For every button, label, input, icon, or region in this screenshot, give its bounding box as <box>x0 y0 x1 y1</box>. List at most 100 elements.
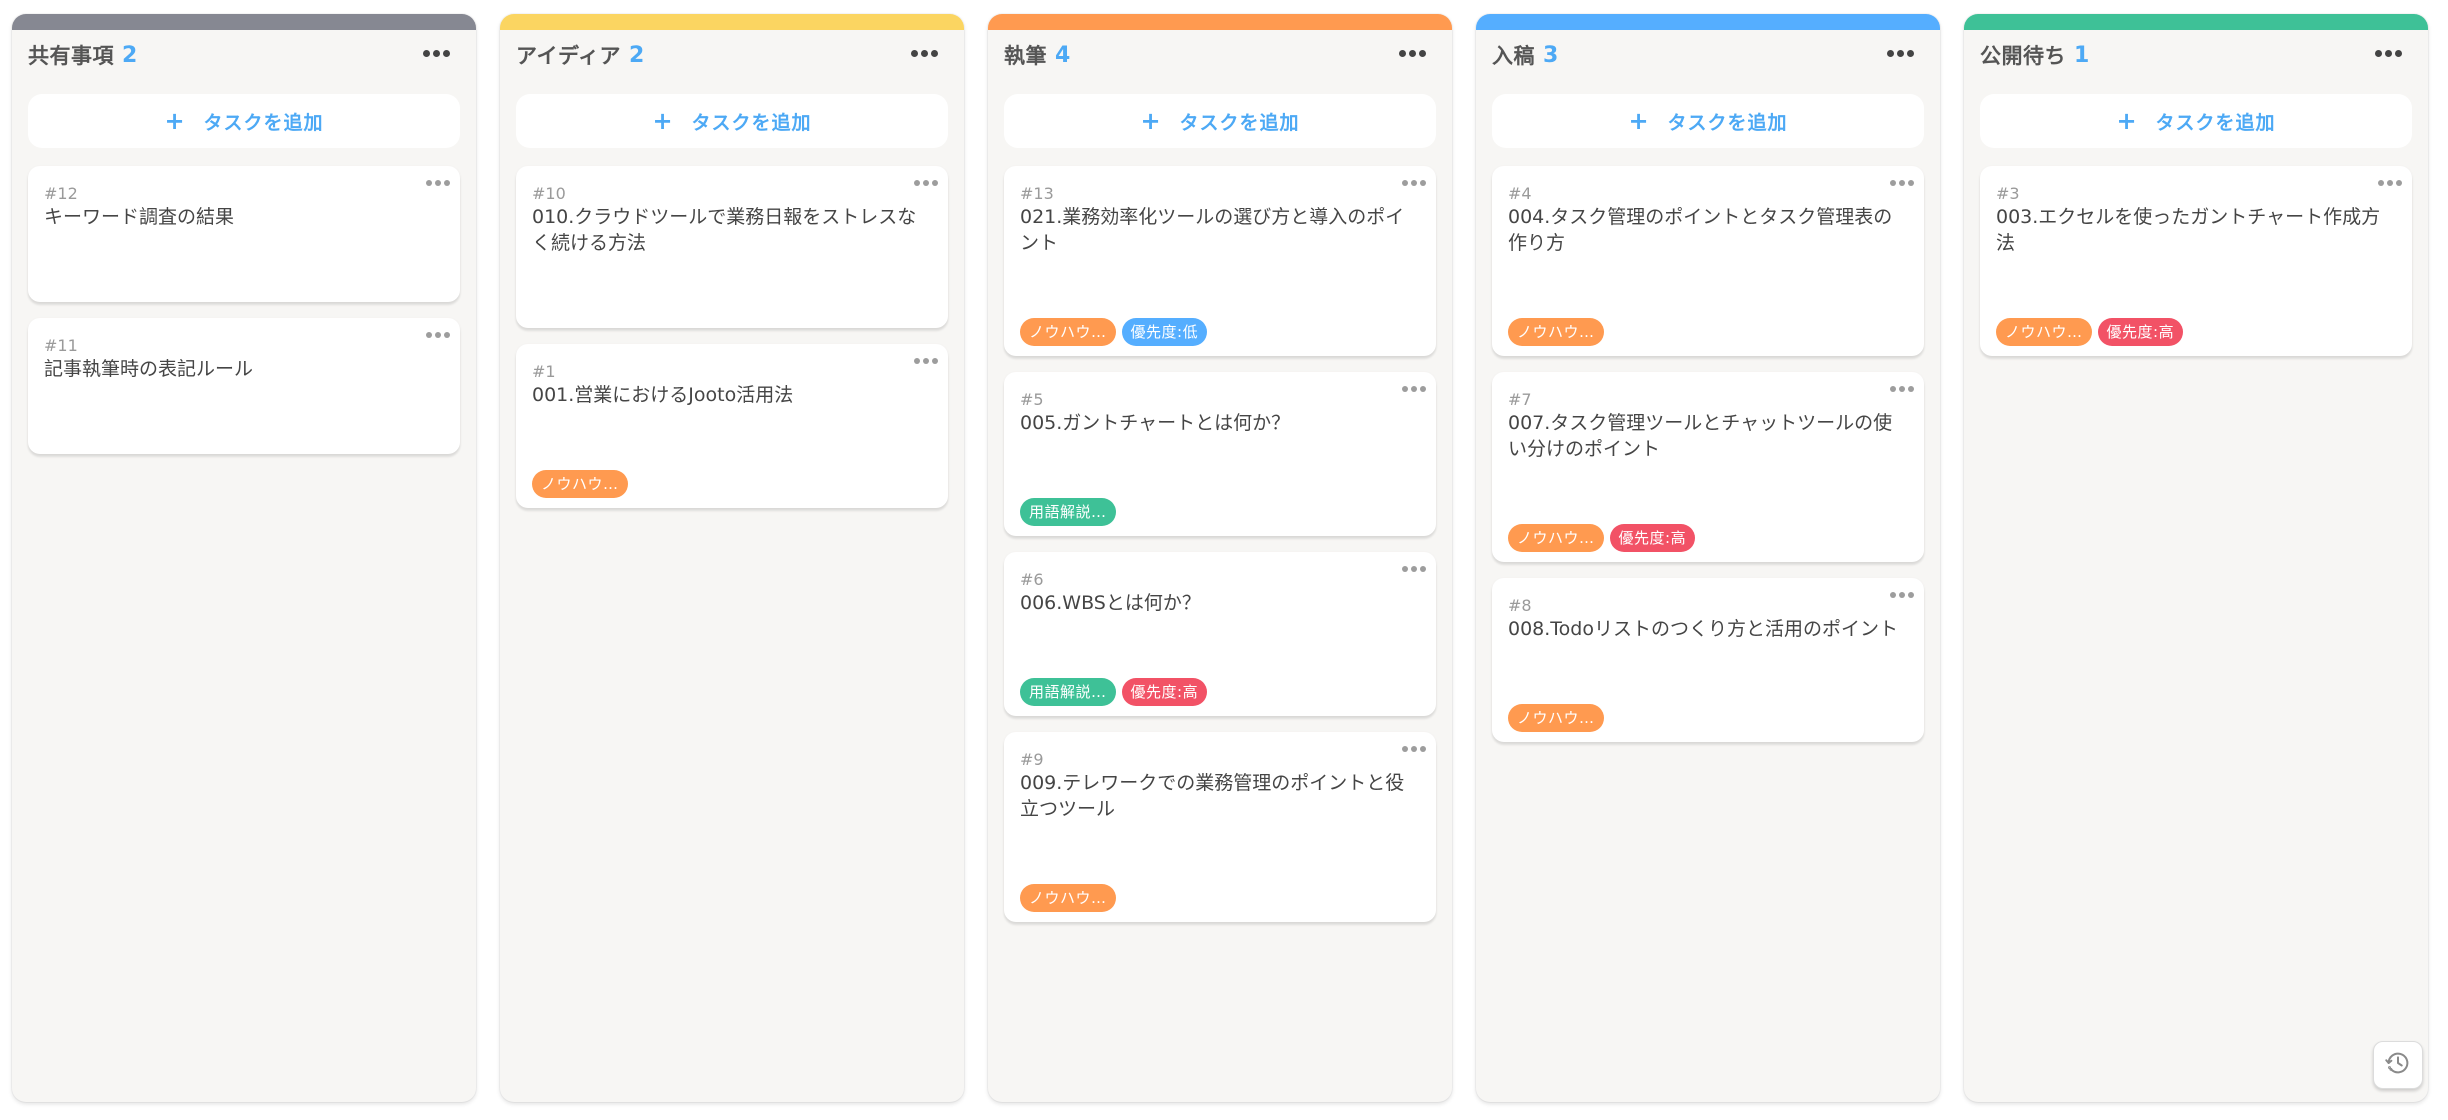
tag-list: ノウハウ… 優先度:高 <box>1996 318 2396 346</box>
more-dots-icon <box>1890 386 1896 392</box>
card-list: #13 021.業務効率化ツールの選び方と導入のポイント ノウハウ… 優先度:低 #5 0… <box>988 148 1452 922</box>
column-menu-button[interactable] <box>2375 50 2402 57</box>
card-menu-button[interactable] <box>1402 566 1426 572</box>
task-id: #10 <box>532 184 566 203</box>
column-header: 共有事項 2 <box>12 30 476 80</box>
column-title: 共有事項 <box>28 44 114 68</box>
column-header: 執筆 4 <box>988 30 1452 80</box>
task-title: 021.業務効率化ツールの選び方と導入のポイント <box>1020 206 1405 254</box>
column-title: 執筆 <box>1004 44 1047 68</box>
task-card[interactable]: #3 003.エクセルを使ったガントチャート作成方法ノウハウ… 優先度:高 <box>1980 166 2412 356</box>
tag-label: ノウハウ… <box>1508 318 1604 346</box>
tag-list: 用語解説… <box>1020 498 1420 526</box>
card-menu-button[interactable] <box>1402 746 1426 752</box>
more-dots-icon <box>914 358 920 364</box>
more-dots-icon <box>426 180 432 186</box>
add-task-label: タスクを追加 <box>203 111 324 134</box>
tag-label: ノウハウ… <box>532 470 628 498</box>
add-task-label: タスクを追加 <box>2155 111 2276 134</box>
task-id: #11 <box>44 336 78 355</box>
column-count: 2 <box>122 42 138 68</box>
add-task-button[interactable]: + タスクを追加 <box>1492 94 1924 148</box>
task-card[interactable]: #11 記事執筆時の表記ルール <box>28 318 460 454</box>
task-card[interactable]: #4 004.タスク管理のポイントとタスク管理表の作り方ノウハウ… <box>1492 166 1924 356</box>
tag-label: 用語解説… <box>1020 498 1116 526</box>
card-menu-button[interactable] <box>1402 180 1426 186</box>
plus-icon: + <box>164 107 186 135</box>
add-task-button[interactable]: + タスクを追加 <box>1004 94 1436 148</box>
card-menu-button[interactable] <box>1402 386 1426 392</box>
column-title: 入稿 <box>1492 44 1535 68</box>
task-title: 005.ガントチャートとは何か？ <box>1020 412 1291 434</box>
card-menu-button[interactable] <box>1890 592 1914 598</box>
task-id: #6 <box>1020 570 1044 589</box>
more-dots-icon <box>1890 180 1896 186</box>
task-title: 記事執筆時の表記ルール <box>44 358 254 380</box>
task-card[interactable]: #12 キーワード調査の結果 <box>28 166 460 302</box>
plus-icon: + <box>1628 107 1650 135</box>
column-2: アイディア 2 + タスクを追加 #10 010.クラウドツールで業務日報をストレスなく続… <box>500 14 964 1102</box>
task-title: 004.タスク管理のポイントとタスク管理表の作り方 <box>1508 206 1893 254</box>
tag-label: ノウハウ… <box>1020 884 1116 912</box>
tag-label: 優先度:高 <box>2097 318 2184 346</box>
card-menu-button[interactable] <box>426 332 450 338</box>
task-card[interactable]: #6 006.WBSとは何か？ 用語解説… 優先度:高 <box>1004 552 1436 716</box>
tag-label: ノウハウ… <box>1996 318 2092 346</box>
task-card[interactable]: #8 008.Todoリストのつくり方と活用のポイント ノウハウ… <box>1492 578 1924 742</box>
tag-list: ノウハウ… 優先度:低 <box>1020 318 1420 346</box>
column-color-bar <box>988 14 1452 30</box>
add-task-button[interactable]: + タスクを追加 <box>516 94 948 148</box>
more-dots-icon <box>911 50 918 57</box>
column-color-bar <box>1964 14 2428 30</box>
card-menu-button[interactable] <box>914 358 938 364</box>
kanban-board: 共有事項 2 + タスクを追加 #12 キーワード調査の結果 #11 記事執筆時の表記ルールア… <box>12 14 2428 1102</box>
column-color-bar <box>12 14 476 30</box>
column-menu-button[interactable] <box>911 50 938 57</box>
task-id: #3 <box>1996 184 2020 203</box>
task-card[interactable]: #9 009.テレワークでの業務管理のポイントと役立つツールノウハウ… <box>1004 732 1436 922</box>
more-dots-icon <box>2378 180 2384 186</box>
history-button[interactable] <box>2373 1041 2423 1089</box>
card-menu-button[interactable] <box>1890 386 1914 392</box>
more-dots-icon <box>1402 386 1408 392</box>
task-id: #9 <box>1020 750 1044 769</box>
task-card[interactable]: #10 010.クラウドツールで業務日報をストレスなく続ける方法 <box>516 166 948 328</box>
column-count: 3 <box>1543 42 1559 68</box>
task-card[interactable]: #1 001.営業におけるJooto活用法 ノウハウ… <box>516 344 948 508</box>
column-title: 公開待ち <box>1980 44 2066 68</box>
more-dots-icon <box>1402 180 1408 186</box>
task-card[interactable]: #7 007.タスク管理ツールとチャットツールの使い分けのポイント ノウハウ… 優先度… <box>1492 372 1924 562</box>
task-id: #12 <box>44 184 78 203</box>
plus-icon: + <box>2116 107 2138 135</box>
add-task-button[interactable]: + タスクを追加 <box>28 94 460 148</box>
add-task-button[interactable]: + タスクを追加 <box>1980 94 2412 148</box>
task-title: 003.エクセルを使ったガントチャート作成方法 <box>1996 206 2381 254</box>
plus-icon: + <box>1140 107 1162 135</box>
tag-label: ノウハウ… <box>1508 524 1604 552</box>
column-4: 入稿 3 + タスクを追加 #4 004.タスク管理のポイントとタスク管理表の作り方ノウハ… <box>1476 14 1940 1102</box>
more-dots-icon <box>1887 50 1894 57</box>
card-menu-button[interactable] <box>914 180 938 186</box>
card-menu-button[interactable] <box>1890 180 1914 186</box>
tag-label: 優先度:低 <box>1121 318 1208 346</box>
card-menu-button[interactable] <box>2378 180 2402 186</box>
task-card[interactable]: #5 005.ガントチャートとは何か？ 用語解説… <box>1004 372 1436 536</box>
task-title: キーワード調査の結果 <box>44 206 235 228</box>
card-menu-button[interactable] <box>426 180 450 186</box>
tag-list: ノウハウ… <box>1508 318 1908 346</box>
task-id: #4 <box>1508 184 1532 203</box>
card-list: #10 010.クラウドツールで業務日報をストレスなく続ける方法 #1 001.営業に… <box>500 148 964 508</box>
task-title: 009.テレワークでの業務管理のポイントと役立つツール <box>1020 772 1405 820</box>
tag-list: ノウハウ… <box>1020 884 1420 912</box>
column-color-bar <box>500 14 964 30</box>
column-menu-button[interactable] <box>1399 50 1426 57</box>
task-card[interactable]: #13 021.業務効率化ツールの選び方と導入のポイント ノウハウ… 優先度:低 <box>1004 166 1436 356</box>
tag-list: ノウハウ… <box>1508 704 1908 732</box>
more-dots-icon <box>423 50 430 57</box>
column-menu-button[interactable] <box>423 50 450 57</box>
column-menu-button[interactable] <box>1887 50 1914 57</box>
tag-list: ノウハウ… <box>532 470 932 498</box>
more-dots-icon <box>914 180 920 186</box>
card-list: #3 003.エクセルを使ったガントチャート作成方法ノウハウ… 優先度:高 <box>1964 148 2428 356</box>
add-task-label: タスクを追加 <box>691 111 812 134</box>
